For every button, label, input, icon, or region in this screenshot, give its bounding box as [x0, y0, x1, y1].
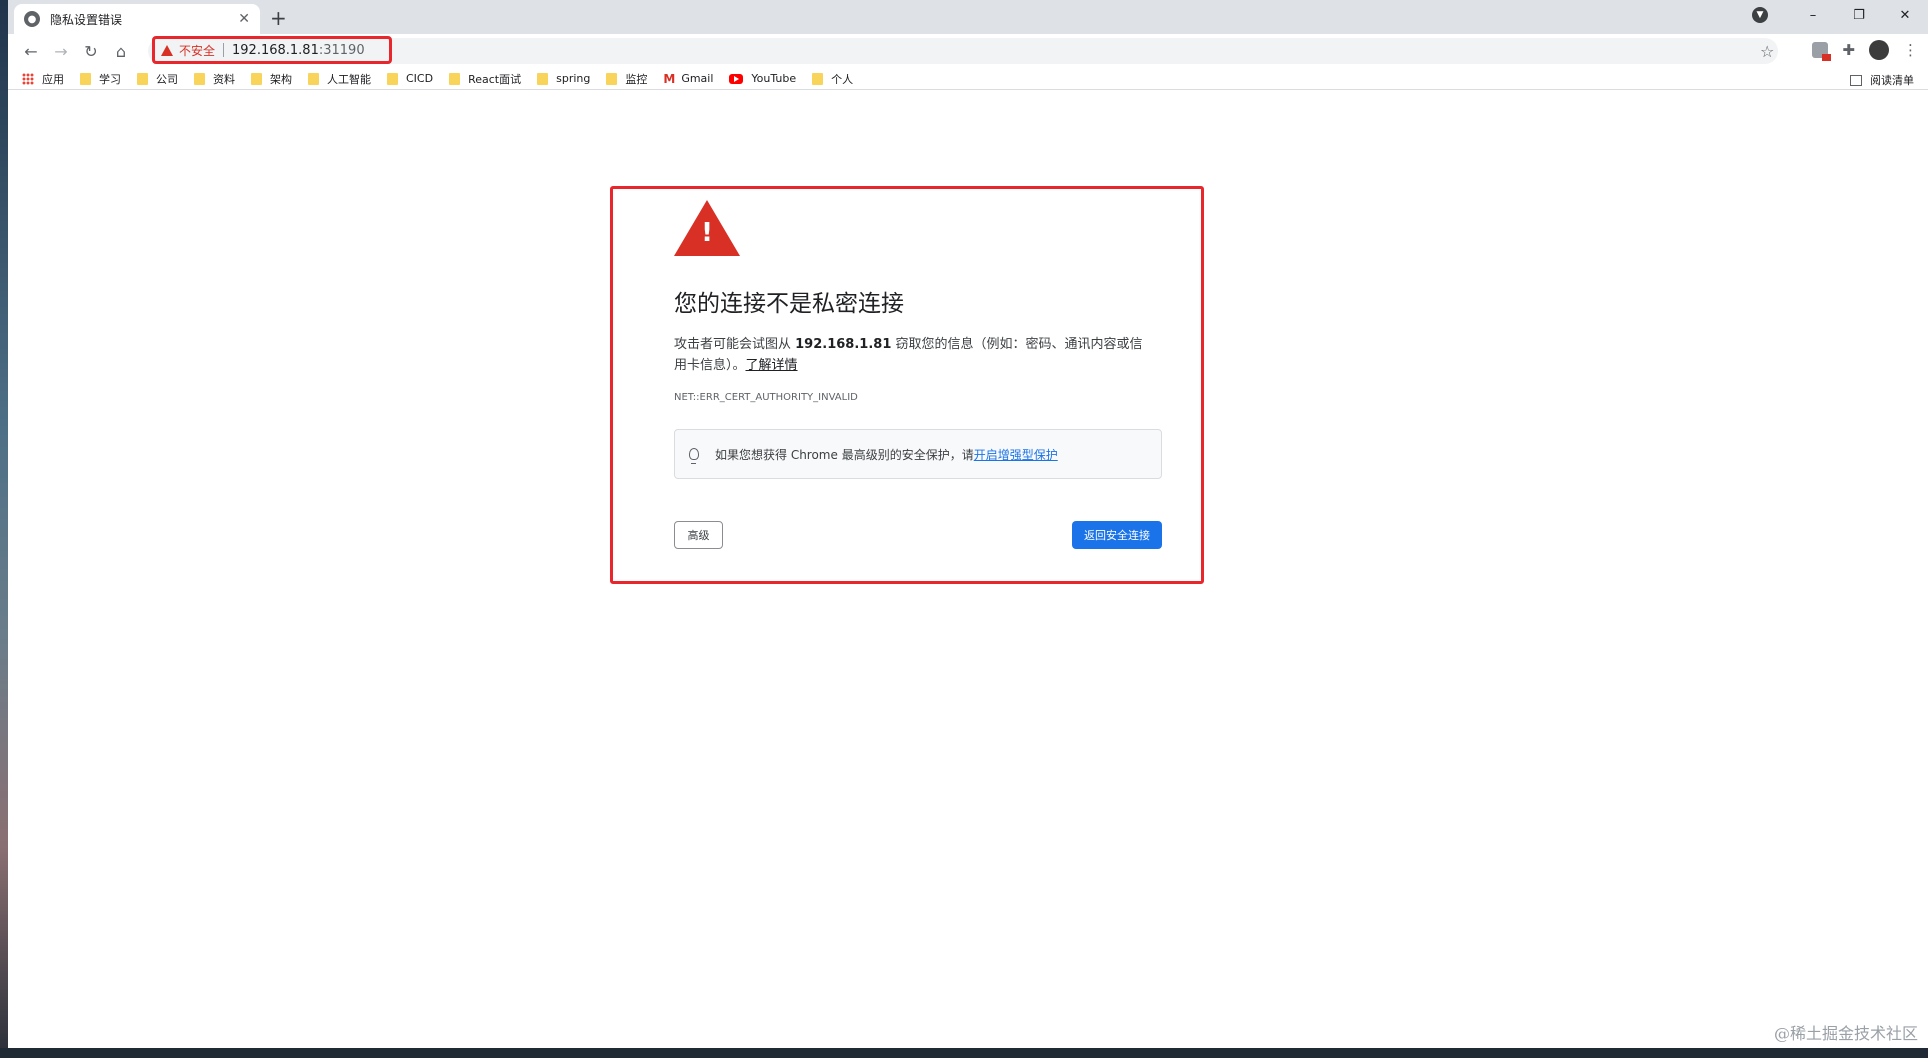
new-tab-button[interactable]: +	[270, 6, 287, 30]
folder-icon	[449, 72, 461, 85]
apps-grid-icon	[22, 72, 34, 85]
tab-title: 隐私设置错误	[50, 12, 123, 27]
bookmark-label: YouTube	[751, 72, 797, 85]
bookmark-label: React面试	[468, 72, 522, 86]
bookmark-folder[interactable]: 公司	[137, 71, 178, 87]
bookmark-folder[interactable]: 资料	[194, 71, 235, 87]
youtube-icon	[729, 73, 744, 84]
reading-list-button[interactable]: 阅读清单	[1850, 72, 1914, 88]
forward-button[interactable]: →	[46, 42, 76, 61]
close-tab-icon[interactable]: ✕	[238, 11, 250, 27]
bookmark-label: 学习	[99, 72, 121, 86]
bookmark-folder[interactable]: 监控	[606, 71, 647, 87]
browser-window: ● 隐私设置错误 ✕ + ▼ – ❐ ✕ ← → ↻ ⌂ 不安全 192.168…	[8, 0, 1928, 1048]
folder-icon	[137, 72, 148, 85]
bookmark-label: 监控	[625, 72, 648, 86]
security-chip[interactable]: 不安全	[179, 42, 215, 59]
bookmark-folder[interactable]: spring	[537, 72, 590, 85]
home-button[interactable]: ⌂	[106, 42, 136, 61]
folder-icon	[194, 72, 205, 85]
close-window-button[interactable]: ✕	[1882, 8, 1928, 23]
advanced-button[interactable]: 高级	[674, 521, 723, 549]
address-bar[interactable]: 不安全 192.168.1.81 :31190	[152, 36, 392, 64]
avatar[interactable]	[1869, 40, 1889, 60]
extensions-puzzle-icon[interactable]: ✚	[1842, 41, 1855, 59]
enable-enhanced-protection-link[interactable]: 开启增强型保护	[974, 446, 1058, 463]
folder-icon	[80, 72, 91, 85]
window-controls: ▼ – ❐ ✕	[1752, 0, 1928, 30]
desc-host: 192.168.1.81	[795, 337, 892, 352]
bookmark-label: 应用	[42, 72, 64, 86]
back-to-safety-button[interactable]: 返回安全连接	[1072, 521, 1162, 549]
url-port: :31190	[318, 42, 365, 58]
toolbar-right: ✚ ⋮	[1812, 40, 1918, 61]
gmail-icon: M	[663, 71, 676, 86]
tab-active[interactable]: ● 隐私设置错误 ✕	[14, 4, 260, 34]
menu-kebab-icon[interactable]: ⋮	[1903, 41, 1918, 59]
divider	[223, 43, 225, 57]
warning-triangle-icon: !	[674, 200, 740, 258]
bookmark-label: 资料	[213, 72, 235, 86]
folder-icon	[251, 72, 262, 85]
bookmark-label: 公司	[156, 72, 178, 86]
bookmark-label: spring	[556, 72, 591, 85]
enhanced-protection-tip: 如果您想获得 Chrome 最高级别的安全保护，请 开启增强型保护	[674, 429, 1162, 479]
globe-icon: ●	[24, 11, 40, 27]
bookmarks-bar: 应用 学习 公司 资料 架构 人工智能 CICD React面试 spring …	[8, 68, 1928, 90]
toolbar: ← → ↻ ⌂ 不安全 192.168.1.81 :31190 ☆ ✚ ⋮	[8, 34, 1928, 68]
folder-icon	[537, 72, 549, 85]
folder-icon	[387, 72, 398, 85]
desktop-background-left	[0, 0, 8, 1058]
error-code: NET::ERR_CERT_AUTHORITY_INVALID	[674, 392, 858, 403]
folder-icon	[606, 72, 618, 85]
tab-search-icon[interactable]: ▼	[1752, 7, 1768, 23]
back-button[interactable]: ←	[16, 42, 46, 61]
bookmark-folder[interactable]: React面试	[449, 71, 521, 87]
warning-description: 攻击者可能会试图从 192.168.1.81 窃取您的信息（例如：密码、通讯内容…	[674, 334, 1154, 376]
bookmark-apps[interactable]: 应用	[22, 71, 64, 87]
extension-icon[interactable]	[1812, 42, 1832, 61]
reading-list-label: 阅读清单	[1870, 74, 1914, 87]
lightbulb-icon	[689, 448, 699, 464]
bookmark-folder[interactable]: 人工智能	[308, 71, 371, 87]
bookmark-gmail[interactable]: M Gmail	[663, 72, 713, 86]
folder-icon	[308, 72, 319, 85]
watermark: @稀土掘金技术社区	[1773, 1024, 1918, 1043]
minimize-button[interactable]: –	[1790, 8, 1836, 23]
bookmark-label: 人工智能	[327, 72, 371, 86]
bookmark-label: CICD	[406, 72, 434, 85]
reading-list-icon	[1850, 74, 1862, 86]
taskbar-edge	[0, 1048, 1928, 1058]
bookmark-folder[interactable]: 个人	[812, 71, 853, 87]
url-host: 192.168.1.81	[232, 42, 319, 58]
desc-prefix: 攻击者可能会试图从	[674, 337, 796, 352]
bookmark-folder[interactable]: 架构	[251, 71, 292, 87]
bookmark-label: Gmail	[681, 72, 714, 85]
restore-button[interactable]: ❐	[1836, 8, 1882, 23]
page-title: 您的连接不是私密连接	[674, 291, 904, 317]
bookmark-folder[interactable]: CICD	[387, 72, 433, 85]
bookmark-star-icon[interactable]: ☆	[1760, 42, 1774, 61]
warning-icon	[161, 44, 173, 56]
tip-text: 如果您想获得 Chrome 最高级别的安全保护，请	[715, 447, 974, 462]
folder-icon	[812, 72, 824, 85]
bookmark-folder[interactable]: 学习	[80, 71, 121, 87]
bookmark-label: 个人	[831, 72, 854, 86]
learn-more-link[interactable]: 了解详情	[746, 358, 798, 373]
bookmark-youtube[interactable]: YouTube	[729, 72, 796, 85]
reload-button[interactable]: ↻	[76, 42, 106, 61]
interstitial-content: ! 您的连接不是私密连接 攻击者可能会试图从 192.168.1.81 窃取您的…	[674, 200, 1170, 549]
action-buttons: 高级 返回安全连接	[674, 521, 1162, 549]
omnibox[interactable]	[148, 38, 1778, 64]
bookmark-label: 架构	[270, 72, 292, 86]
tab-strip: ● 隐私设置错误 ✕ + ▼ – ❐ ✕	[8, 0, 1928, 34]
